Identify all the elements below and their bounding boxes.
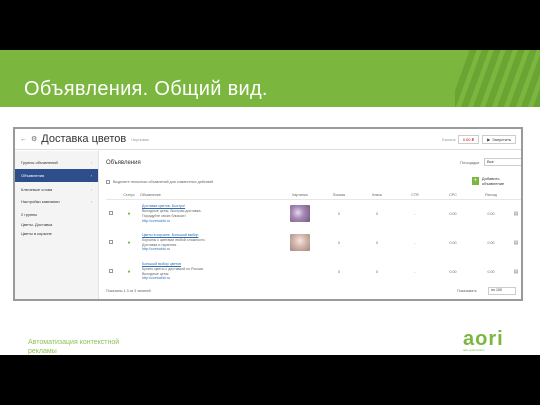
sidebar: Группы объявлений › Объявления › Ключевы…: [15, 151, 99, 299]
sidebar-item-label: Группы объявлений: [21, 159, 58, 165]
back-arrow-icon[interactable]: ←: [20, 136, 27, 143]
column-header: Показы: [320, 191, 358, 200]
per-page-select[interactable]: по 100: [488, 287, 516, 295]
launch-label: Запустить: [492, 136, 511, 142]
ad-image-thumbnail[interactable]: [290, 263, 310, 280]
groups-header: 2 группы: [21, 212, 38, 217]
table-row[interactable]: ● Цветы в корзине. Большой выбор Корзины…: [106, 228, 521, 257]
shows-cell: 0: [338, 211, 340, 216]
ad-url[interactable]: http://cvetochki.ru: [142, 276, 280, 281]
cpc-cell: 0.00: [449, 269, 457, 274]
gear-icon[interactable]: ⚙: [31, 135, 37, 143]
row-checkbox[interactable]: [108, 240, 113, 244]
spend-cell: 0.00: [487, 211, 495, 216]
page-title: Объявления: [106, 160, 141, 166]
sidebar-item-label: Настройки кампании: [21, 198, 60, 204]
app-screenshot: ← ⚙ Доставка цветов Черновик Баланс 0.00…: [13, 127, 523, 301]
launch-button[interactable]: ▶ Запустить: [482, 134, 516, 144]
balance-label: Баланс: [442, 136, 456, 142]
ad-preview: Цветы в корзине. Большой выбор Корзины с…: [140, 228, 280, 257]
add-ad-button[interactable]: + Добавить объявление: [472, 175, 517, 186]
select-all-checkbox[interactable]: [106, 179, 110, 184]
column-header: CPC: [434, 191, 472, 200]
ad-image-thumbnail[interactable]: [290, 205, 310, 223]
ad-preview: Большой выбор цветов Купить цветы с дост…: [140, 257, 280, 286]
actions-column: [510, 191, 521, 200]
table-row[interactable]: ● Доставка цветов. Быстро! Выгодные цены…: [106, 199, 521, 228]
ads-table: Статус Объявление Картинка Показы Клики …: [106, 191, 521, 286]
group-filter-item[interactable]: Цветы в корзине: [15, 229, 98, 238]
column-header: Объявление: [140, 191, 280, 200]
chevron-right-icon: ›: [90, 173, 92, 178]
column-header: Расход: [472, 191, 510, 200]
sidebar-item-ads[interactable]: Объявления ›: [15, 169, 98, 182]
app-header: ← ⚙ Доставка цветов Черновик Баланс 0.00…: [15, 129, 521, 150]
platform-select[interactable]: Все: [484, 158, 521, 166]
column-header: Клики: [358, 191, 396, 200]
cpc-cell: 0.00: [449, 211, 457, 216]
table-row[interactable]: ● Большой выбор цветов Купить цветы с до…: [106, 257, 521, 286]
column-header: Статус: [118, 191, 140, 200]
ctr-cell: -: [414, 211, 416, 216]
balance-value: 0.00 ₽: [457, 134, 480, 144]
sidebar-item-keywords[interactable]: Ключевые слова ›: [15, 184, 98, 194]
status-icon[interactable]: ●: [127, 211, 130, 217]
row-checkbox[interactable]: [108, 211, 113, 216]
ctr-cell: -: [414, 269, 416, 274]
pagination-summary: Показаны 1-3 из 3 записей: [106, 289, 151, 293]
shows-cell: 0: [338, 240, 340, 245]
platform-label: Площадки: [460, 160, 480, 165]
chevron-right-icon: ›: [90, 159, 92, 165]
group-filter-item[interactable]: Цветы. Доставка: [15, 220, 98, 229]
stats-icon[interactable]: ▤: [514, 269, 519, 275]
footer-caption: Автоматизация контекстной рекламы: [28, 339, 120, 355]
main-content: Объявления Площадки Все Выделите несколь…: [102, 151, 521, 299]
sidebar-item-label: Ключевые слова: [21, 186, 53, 192]
stats-icon[interactable]: ▤: [514, 211, 519, 217]
bottom-letterbox: [0, 355, 540, 405]
shows-cell: 0: [338, 269, 340, 274]
ctr-cell: -: [414, 240, 416, 245]
spend-cell: 0.00: [487, 269, 495, 274]
clicks-cell: 0: [376, 240, 378, 245]
sidebar-item-settings[interactable]: Настройки кампании ›: [15, 196, 98, 206]
top-letterbox: [0, 0, 540, 50]
status-icon[interactable]: ●: [127, 240, 130, 246]
slide-title: Объявления. Общий вид.: [24, 78, 268, 100]
ad-preview: Доставка цветов. Быстро! Выгодные цены, …: [140, 199, 280, 228]
campaign-status: Черновик: [131, 136, 149, 142]
bulk-actions-hint: Выделите несколько объявлений для совмес…: [113, 179, 214, 184]
clicks-cell: 0: [376, 269, 378, 274]
checkbox-column: [106, 191, 118, 200]
chevron-right-icon: ›: [90, 198, 92, 204]
spend-cell: 0.00: [487, 240, 495, 245]
banner-stripes: [455, 50, 540, 107]
ad-image-thumbnail[interactable]: [290, 234, 310, 251]
presentation-slide: Объявления. Общий вид. ← ⚙ Доставка цвет…: [0, 0, 540, 405]
sidebar-item-label: Объявления: [21, 173, 45, 178]
stats-icon[interactable]: ▤: [514, 240, 519, 246]
ad-url[interactable]: http://cvetochki.ru: [142, 219, 280, 224]
bulk-actions-bar: Выделите несколько объявлений для совмес…: [106, 177, 521, 186]
play-icon: ▶: [487, 136, 491, 142]
per-page-label: Показывать: [457, 289, 477, 293]
column-header: Картинка: [280, 191, 320, 200]
add-ad-label: Добавить объявление: [481, 175, 505, 186]
cpc-cell: 0.00: [449, 240, 457, 245]
logo-wordmark: aori: [463, 328, 504, 350]
ad-url[interactable]: http://cvetochki.ru: [142, 247, 280, 252]
plus-icon: +: [472, 176, 479, 185]
clicks-cell: 0: [376, 211, 378, 216]
row-checkbox[interactable]: [108, 269, 113, 273]
sidebar-item-ad-groups[interactable]: Группы объявлений ›: [15, 157, 98, 167]
aori-logo: aori ads optimization: [463, 328, 511, 352]
column-header: CTR: [396, 191, 434, 200]
campaign-title: Доставка цветов: [41, 133, 127, 145]
table-header-row: Статус Объявление Картинка Показы Клики …: [106, 191, 521, 200]
chevron-right-icon: ›: [90, 186, 92, 192]
status-icon[interactable]: ●: [127, 269, 130, 275]
